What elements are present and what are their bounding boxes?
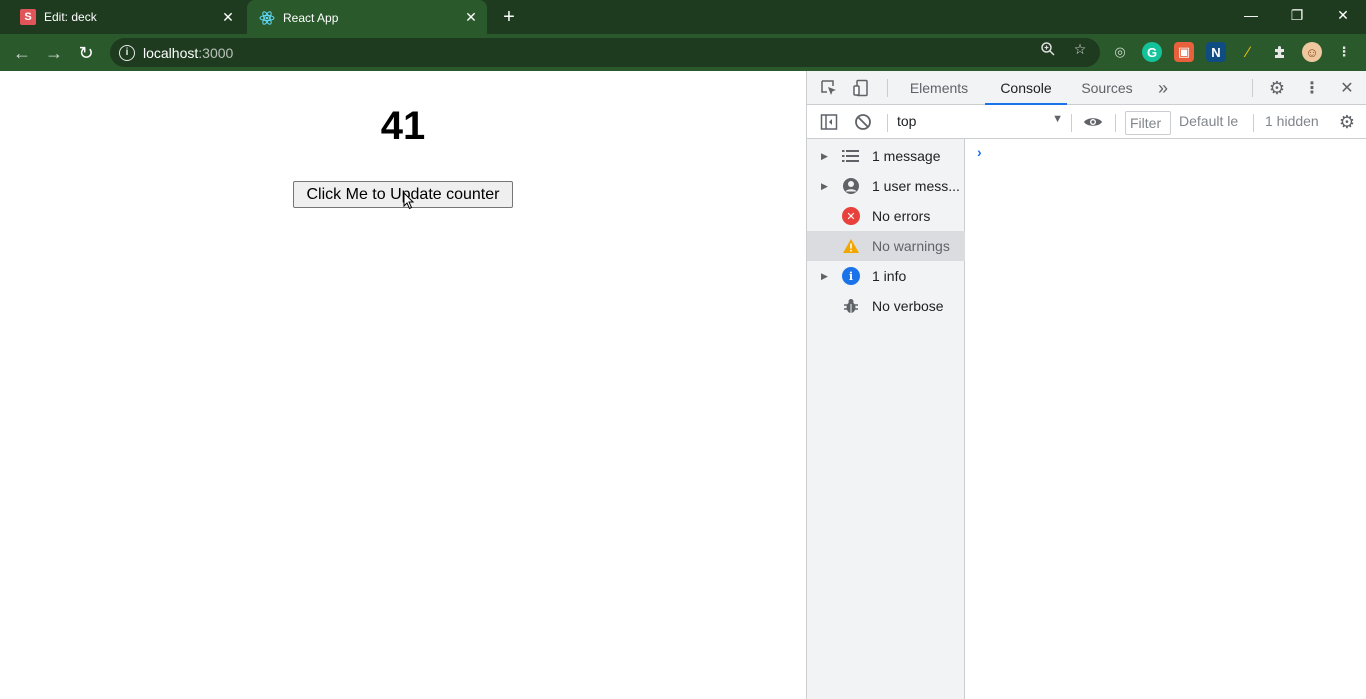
sidebar-item-verbose[interactable]: No verbose <box>807 291 965 321</box>
tab-title: React App <box>283 10 339 25</box>
extension-target-icon[interactable]: ◎ <box>1110 42 1130 62</box>
new-tab-button[interactable]: + <box>497 5 521 29</box>
context-value: top <box>897 113 917 129</box>
sidebar-item-label: 1 message <box>872 148 941 164</box>
bookmark-star-icon[interactable]: ☆ <box>1072 41 1088 57</box>
counter-value: 41 <box>380 104 426 148</box>
sidebar-item-info[interactable]: ▶ i 1 info <box>807 261 965 291</box>
sidebar-item-errors[interactable]: ✕ No errors <box>807 201 965 231</box>
slides-favicon-icon: S <box>20 9 36 25</box>
back-icon[interactable]: ← <box>8 39 36 67</box>
url-port: :3000 <box>198 44 234 61</box>
close-tab-icon[interactable]: ✕ <box>461 8 481 28</box>
address-bar: ← → ↻ i localhost:3000 ☆ ◎ G ▣ N ∕ ☺ ⋮ <box>0 34 1366 71</box>
site-info-icon[interactable]: i <box>119 44 135 61</box>
expand-arrow-icon[interactable]: ▶ <box>821 181 833 192</box>
settings-gear-icon[interactable]: ⚙ <box>1267 78 1287 98</box>
tab-edit-deck[interactable]: S Edit: deck ✕ <box>8 0 244 34</box>
more-tabs-icon[interactable]: » <box>1153 78 1173 98</box>
hidden-count: 1 hidden <box>1265 113 1319 129</box>
console-settings-gear-icon[interactable]: ⚙ <box>1337 112 1357 132</box>
sidebar-item-warnings[interactable]: No warnings <box>807 231 965 261</box>
extension-red-icon[interactable]: ▣ <box>1174 42 1194 62</box>
sidebar-item-label: 1 info <box>872 268 907 284</box>
chevron-down-icon: ▼ <box>1052 113 1063 125</box>
inspect-element-icon[interactable] <box>819 78 839 98</box>
user-icon <box>842 177 860 195</box>
show-sidebar-icon[interactable] <box>819 112 839 132</box>
reload-icon[interactable]: ↻ <box>72 39 100 67</box>
devtools-menu-icon[interactable]: ⋮ <box>1302 78 1322 98</box>
device-toolbar-icon[interactable] <box>851 78 871 98</box>
chrome-menu-icon[interactable]: ⋮ <box>1334 42 1354 62</box>
close-devtools-icon[interactable]: ✕ <box>1337 78 1357 98</box>
info-icon: i <box>842 267 860 285</box>
page-viewport: 41 Click Me to Update counter <box>0 71 806 699</box>
grammarly-icon[interactable]: G <box>1142 42 1162 62</box>
filter-input[interactable]: Filter <box>1125 111 1171 135</box>
close-window-icon[interactable]: ✕ <box>1320 0 1366 30</box>
tab-title: Edit: deck <box>44 10 97 24</box>
context-selector[interactable]: top ▼ <box>897 113 1063 132</box>
warning-icon <box>842 237 860 255</box>
react-icon <box>259 10 275 26</box>
zoom-icon[interactable] <box>1040 41 1056 57</box>
restore-icon[interactable]: ❐ <box>1274 0 1320 30</box>
log-levels-dropdown[interactable]: Default le <box>1179 113 1238 129</box>
tab-react-app[interactable]: React App ✕ <box>247 0 487 35</box>
profile-avatar-icon[interactable]: ☺ <box>1302 42 1322 62</box>
close-tab-icon[interactable]: ✕ <box>218 7 238 27</box>
forward-icon[interactable]: → <box>40 39 68 67</box>
mouse-cursor-icon <box>403 192 415 210</box>
minimize-icon[interactable]: — <box>1228 0 1274 30</box>
tab-sources[interactable]: Sources <box>1072 71 1142 105</box>
sidebar-item-label: No errors <box>872 208 931 224</box>
sidebar-item-user-messages[interactable]: ▶ 1 user mess... <box>807 171 965 201</box>
sidebar-item-label: No warnings <box>872 238 950 254</box>
error-icon: ✕ <box>842 207 860 225</box>
sidebar-item-label: 1 user mess... <box>872 178 960 194</box>
extension-pen-icon[interactable]: ∕ <box>1238 42 1258 62</box>
clear-console-icon[interactable] <box>853 112 873 132</box>
extension-n-icon[interactable]: N <box>1206 42 1226 62</box>
tab-console[interactable]: Console <box>985 71 1067 105</box>
tab-elements[interactable]: Elements <box>899 71 979 105</box>
browser-title-bar: S Edit: deck ✕ React App ✕ + — ❐ ✕ <box>0 0 1366 35</box>
bug-icon <box>842 297 860 315</box>
devtools-panel: Elements Console Sources » ⚙ ⋮ ✕ top ▼ F… <box>806 71 1366 699</box>
live-expression-eye-icon[interactable] <box>1083 112 1103 132</box>
expand-arrow-icon[interactable]: ▶ <box>821 271 833 282</box>
console-toolbar: top ▼ Filter Default le 1 hidden ⚙ <box>807 106 1366 139</box>
sidebar-item-messages[interactable]: ▶ 1 message <box>807 141 965 171</box>
sidebar-item-label: No verbose <box>872 298 944 314</box>
url-input[interactable]: i localhost:3000 <box>110 38 1100 67</box>
extensions-puzzle-icon[interactable] <box>1270 42 1290 62</box>
list-icon <box>842 147 860 165</box>
console-prompt[interactable]: › <box>977 144 982 160</box>
expand-arrow-icon[interactable]: ▶ <box>821 151 833 162</box>
devtools-toolbar: Elements Console Sources » ⚙ ⋮ ✕ <box>807 71 1366 105</box>
console-sidebar: ▶ 1 message ▶ 1 user mess... ✕ No errors… <box>807 139 965 699</box>
url-host: localhost <box>143 44 199 61</box>
